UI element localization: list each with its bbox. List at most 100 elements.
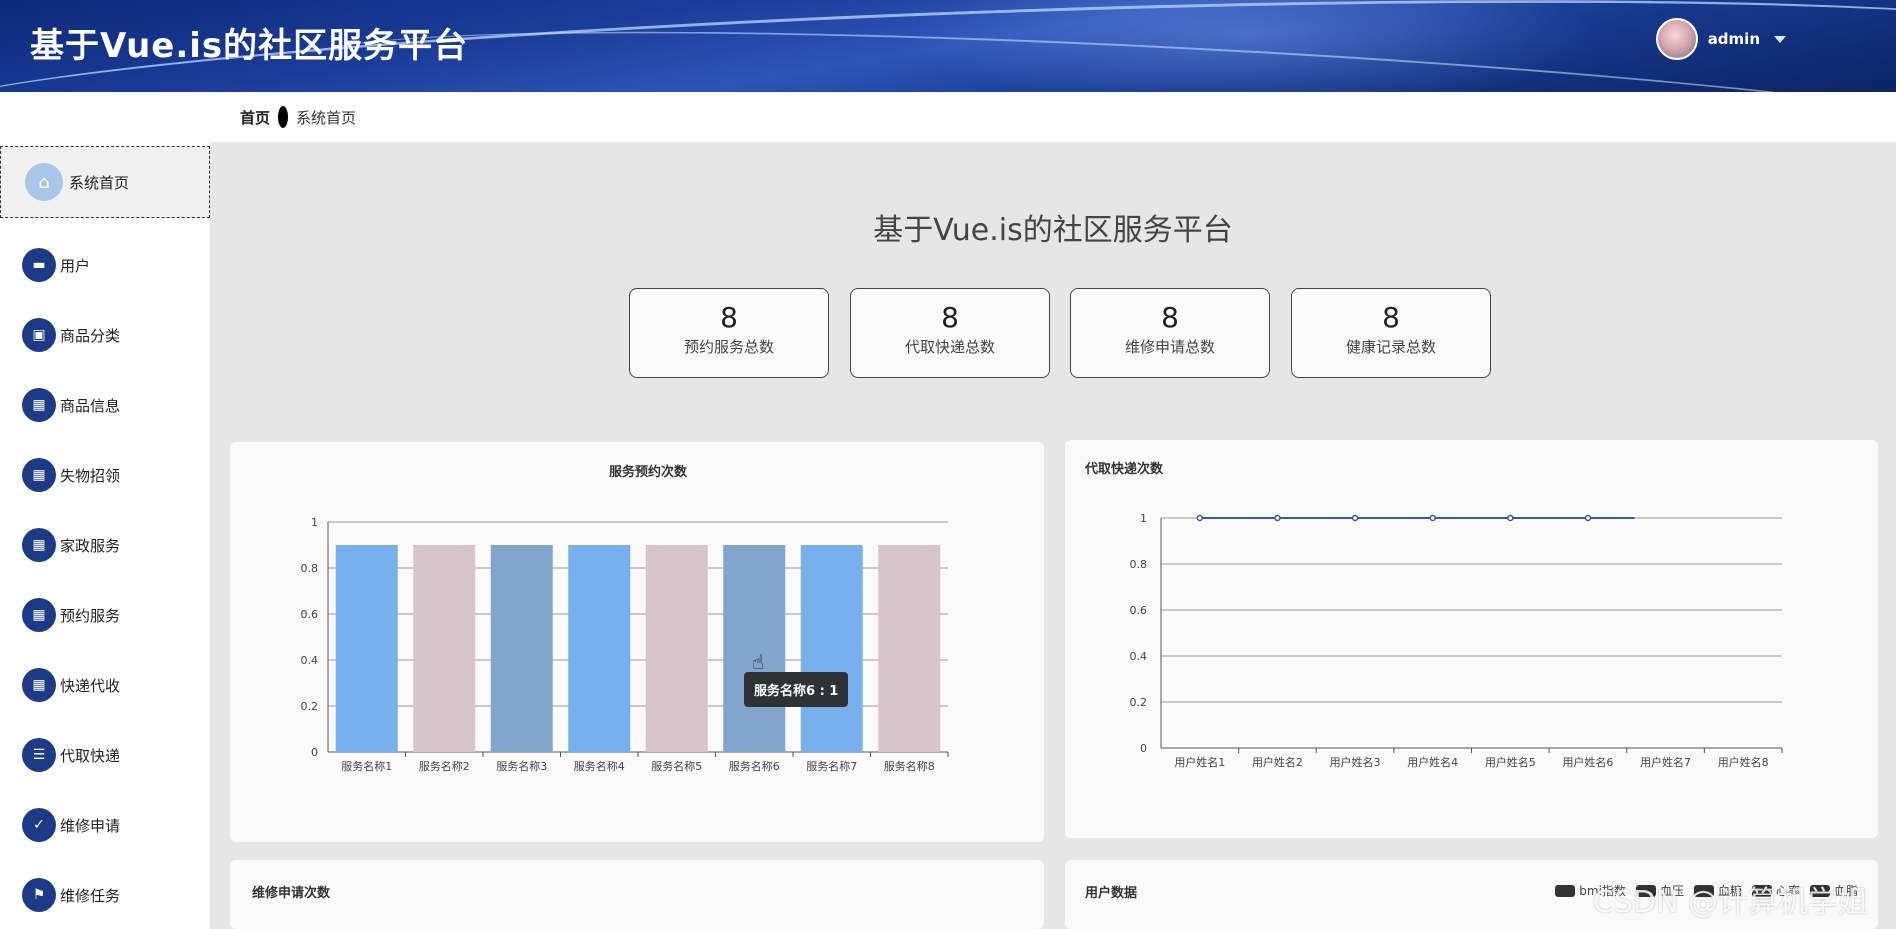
avatar[interactable]	[1655, 18, 1698, 60]
y-tick-label: 0.2	[1130, 696, 1148, 709]
chat-icon: ▬	[22, 248, 56, 282]
grid-icon: ▦	[22, 458, 56, 492]
user-name[interactable]: admin	[1708, 30, 1760, 48]
stat-value: 8	[941, 301, 959, 334]
data-point	[1584, 514, 1592, 522]
user-data-chart-panel: 用户数据 bmi指数 血压 血糖 心率 血脂 CSDN @计算机学姐	[1065, 860, 1878, 929]
sidebar-item-label: 用户	[60, 256, 91, 275]
service-booking-chart: 服务预约次数 0 0.2 0.4 0.6 0.8 1 服务名称1 服务名称2 服务名称3 服务名称4…	[301, 464, 949, 773]
stat-card-booking: 8 预约服务总数	[629, 288, 829, 378]
stat-label: 维修申请总数	[1124, 338, 1215, 356]
sidebar-item-label: 维修任务	[60, 886, 121, 905]
sidebar-item-label: 快递代收	[60, 676, 121, 695]
y-tick-label: 1	[1140, 512, 1147, 525]
sidebar-item-label: 系统首页	[69, 173, 130, 192]
x-tick-label: 服务名称4	[574, 759, 625, 773]
sidebar-item-label: 维修申请	[60, 816, 121, 835]
y-tick-label: 0	[311, 746, 318, 759]
data-point	[1351, 514, 1359, 522]
sidebar-item-lost-found[interactable]: ▦ 失物招领	[22, 458, 120, 492]
x-tick-label: 用户姓名3	[1330, 755, 1381, 769]
chart-title: 代取快递次数	[1084, 461, 1164, 477]
stat-card-parcel: 8 代取快递总数	[850, 288, 1050, 378]
x-tick-label: 用户姓名8	[1718, 755, 1769, 769]
stat-label: 健康记录总数	[1345, 338, 1436, 356]
panel-title: 用户数据	[1085, 886, 1138, 901]
sidebar-item-repair-request[interactable]: ✓ 维修申请	[22, 808, 120, 842]
x-tick-label: 用户姓名2	[1252, 755, 1303, 769]
sidebar-item-booking[interactable]: ▦ 预约服务	[22, 598, 120, 632]
stat-value: 8	[1382, 301, 1400, 334]
cursor-hand-icon: ☝	[752, 650, 765, 674]
y-tick-label: 0.4	[301, 654, 319, 667]
sidebar-item-home[interactable]: ⌂ 系统首页	[0, 146, 210, 218]
sidebar-item-repair-task[interactable]: ⚑ 维修任务	[22, 878, 120, 912]
bar	[490, 545, 553, 752]
sidebar-item-parcel-receive[interactable]: ▦ 快递代收	[22, 668, 120, 702]
bar	[878, 545, 941, 752]
sidebar-item-label: 商品分类	[60, 326, 121, 345]
stat-label: 预约服务总数	[683, 338, 774, 356]
legend-swatch	[1555, 884, 1576, 897]
x-tick-label: 用户姓名6	[1562, 755, 1613, 769]
y-tick-label: 0.6	[1130, 604, 1148, 617]
x-tick-label: 用户姓名5	[1485, 755, 1536, 769]
stat-label: 代取快递总数	[904, 338, 995, 356]
service-booking-chart-panel: 服务预约次数 0 0.2 0.4 0.6 0.8 1 服务名称1 服务名称2 服务名称3 服务名称4…	[230, 442, 1044, 842]
y-tick-label: 0.6	[301, 608, 319, 621]
bar	[568, 545, 631, 752]
chevron-down-icon[interactable]	[1774, 35, 1786, 43]
data-point	[1196, 514, 1204, 522]
bar	[723, 545, 786, 752]
chart-title: 服务预约次数	[609, 464, 688, 480]
data-point	[1507, 514, 1514, 522]
bar	[800, 545, 863, 752]
grid-icon: ▦	[22, 598, 56, 632]
sidebar-item-housekeeping[interactable]: ▦ 家政服务	[22, 528, 120, 562]
breadcrumb-separator	[278, 106, 289, 128]
sidebar-item-label: 代取快递	[60, 746, 121, 765]
parcel-pickup-chart-panel: 代取快递次数 0 0.2 0.4 0.6 0.8 1 用户姓名1 用户姓名2 用户姓名3 用户姓名4…	[1065, 440, 1878, 838]
sidebar-item-product-category[interactable]: ▣ 商品分类	[22, 318, 120, 352]
user-menu[interactable]: admin	[1655, 18, 1786, 60]
sidebar-item-label: 失物招领	[60, 466, 121, 485]
home-icon: ⌂	[25, 163, 63, 201]
bar	[413, 545, 476, 752]
clipboard-x-icon: ▣	[22, 318, 56, 352]
top-header: 基于Vue.is的社区服务平台 admin	[0, 0, 1896, 92]
stat-card-repair: 8 维修申请总数	[1070, 288, 1270, 378]
app-title: 基于Vue.is的社区服务平台	[30, 26, 469, 66]
data-point	[1274, 514, 1281, 522]
x-tick-label: 用户姓名4	[1407, 755, 1458, 769]
grid-icon: ▦	[22, 528, 56, 562]
page-title: 基于Vue.is的社区服务平台	[873, 213, 1233, 248]
sidebar-item-product-info[interactable]: ▦ 商品信息	[22, 388, 120, 422]
sidebar-item-users[interactable]: ▬ 用户	[22, 248, 90, 282]
x-tick-label: 服务名称8	[884, 759, 935, 773]
breadcrumb-current: 系统首页	[296, 108, 357, 127]
y-tick-label: 1	[311, 516, 318, 529]
breadcrumb-bar: 首页 系统首页	[0, 92, 1896, 142]
x-tick-label: 服务名称5	[651, 759, 702, 773]
grid-icon: ▦	[22, 388, 56, 422]
stat-value: 8	[1161, 301, 1179, 334]
stat-card-health: 8 健康记录总数	[1291, 288, 1491, 378]
panel-title: 维修申请次数	[252, 886, 331, 901]
sidebar-item-parcel-pickup[interactable]: ☰ 代取快递	[22, 738, 120, 772]
y-tick-label: 0.4	[1130, 650, 1148, 663]
clipboard-check-icon: ✓	[22, 808, 56, 842]
x-tick-label: 服务名称6	[729, 759, 780, 773]
stat-value: 8	[720, 301, 738, 334]
watermark: CSDN @计算机学姐	[1592, 885, 1868, 920]
grid-icon: ▦	[22, 668, 56, 702]
repair-request-chart-panel: 维修申请次数	[230, 860, 1044, 929]
sidebar-item-label: 预约服务	[60, 606, 121, 625]
breadcrumb-home[interactable]: 首页	[240, 107, 270, 128]
y-tick-label: 0.8	[301, 562, 319, 575]
bar	[645, 545, 708, 752]
sidebar-item-label: 商品信息	[60, 396, 121, 415]
parcel-pickup-chart: 代取快递次数 0 0.2 0.4 0.6 0.8 1 用户姓名1 用户姓名2 用户姓名3 用户姓名4…	[1084, 461, 1783, 769]
chart-tooltip: 服务名称6 : 1	[744, 672, 849, 707]
x-tick-label: 服务名称1	[341, 759, 392, 773]
x-tick-label: 服务名称2	[419, 759, 470, 773]
